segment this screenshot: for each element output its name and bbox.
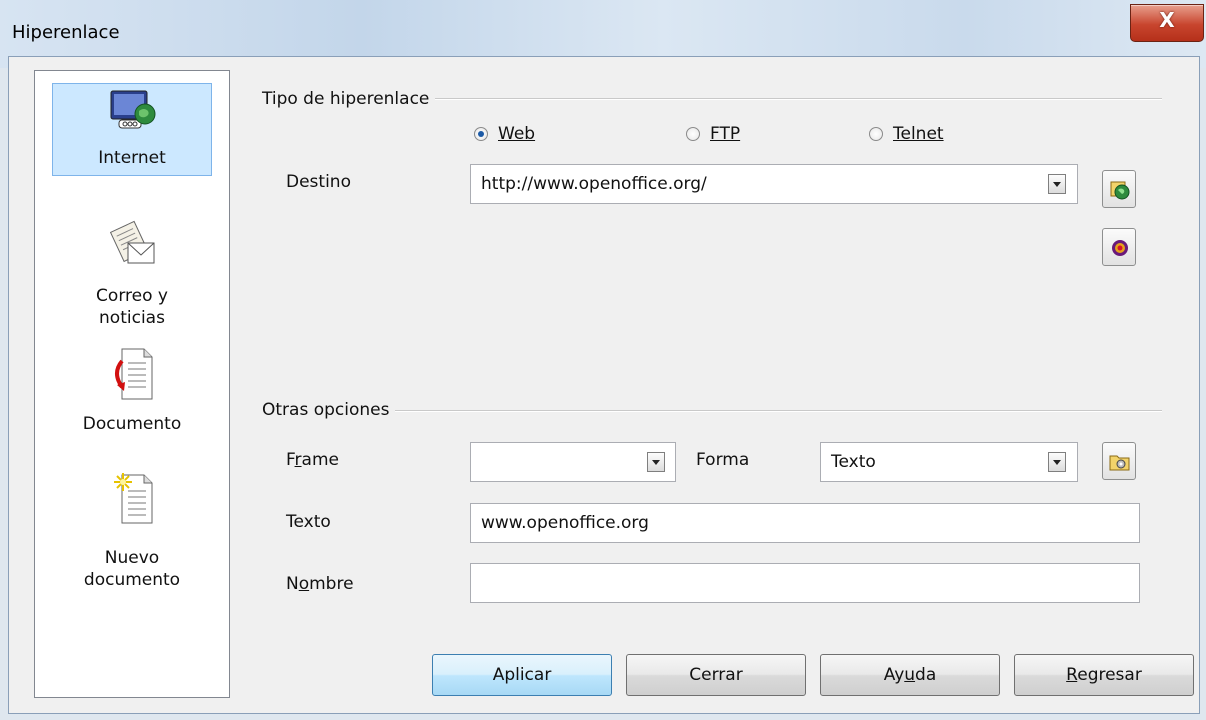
category-mail-news[interactable]: Correo y noticias [36,219,228,339]
radio-telnet[interactable]: Telnet [869,124,989,146]
close-dialog-button[interactable]: Cerrar [626,654,806,696]
category-label: Internet [98,148,166,168]
new-document-icon [114,473,153,524]
group-title-hyperlink-type: Tipo de hiperenlace [262,89,436,109]
help-button[interactable]: Ayuda [820,654,1000,696]
name-label: Nombre [286,574,354,594]
text-value: www.openoffice.org [481,513,649,533]
radio-label: Web [498,124,536,144]
chevron-down-icon[interactable] [647,452,665,472]
close-icon: X [1159,8,1175,32]
target-combobox[interactable]: http://www.openoffice.org/ [470,164,1078,204]
frame-label: Frame [286,450,339,470]
form-label: Forma [696,450,750,470]
folder-gear-icon [1109,455,1130,471]
target-label: Destino [286,172,351,192]
radio-indicator [686,127,700,141]
form-value: Texto [831,452,876,472]
group-title-other-options: Otras opciones [262,400,396,420]
radio-label: Telnet [893,124,944,144]
close-button[interactable]: X [1130,4,1204,42]
category-internet[interactable]: Internet [36,83,228,176]
radio-indicator [474,127,488,141]
back-button[interactable]: Regresar [1014,654,1194,696]
text-label: Texto [286,512,331,532]
window-title: Hiperenlace [12,22,120,43]
category-label: Nuevo documento [83,548,181,590]
events-button[interactable] [1102,442,1136,480]
apply-button[interactable]: Aplicar [432,654,612,696]
text-input[interactable]: www.openoffice.org [470,503,1140,543]
target-icon [1112,240,1128,256]
category-label: Documento [82,414,182,434]
target-value: http://www.openoffice.org/ [481,174,707,194]
web-browser-button[interactable] [1102,170,1136,208]
browse-globe-icon [1110,181,1130,200]
form-combobox[interactable]: Texto [820,442,1078,482]
chevron-down-icon[interactable] [1048,452,1066,472]
category-new-document[interactable]: Nuevo documento [36,471,228,611]
name-input[interactable] [470,563,1140,603]
mail-news-icon [110,220,155,264]
category-document[interactable]: Documento [36,347,228,443]
radio-label: FTP [710,124,741,144]
frame-combobox[interactable] [470,442,676,482]
target-in-document-button[interactable] [1102,228,1136,266]
radio-ftp[interactable]: FTP [686,124,806,146]
category-panel: Internet Correo y noticias Documento Nue… [34,70,230,698]
category-label: Correo y noticias [96,286,168,328]
radio-web[interactable]: Web [474,124,594,146]
chevron-down-icon[interactable] [1048,174,1066,194]
radio-indicator [869,127,883,141]
internet-globe-icon [110,90,156,129]
document-icon [115,348,153,400]
group-separator [262,410,1162,412]
